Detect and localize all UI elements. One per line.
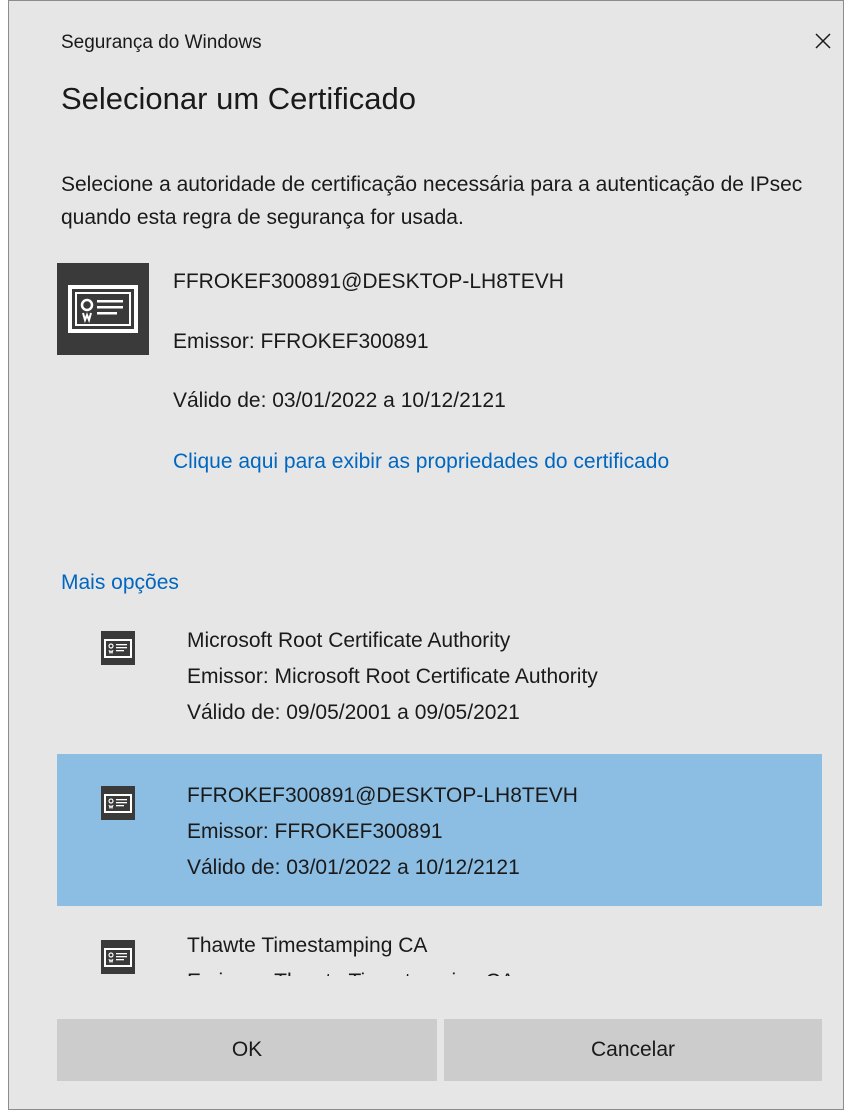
- certificate-icon: [101, 631, 135, 665]
- list-item-issuer: Emissor: FFROKEF300891: [187, 820, 443, 843]
- list-item-issuer: Emissor: Microsoft Root Certificate Auth…: [187, 665, 598, 688]
- certificate-list[interactable]: Microsoft Root Certificate Authority Emi…: [57, 606, 822, 976]
- list-item[interactable]: Microsoft Root Certificate Authority Emi…: [57, 606, 822, 758]
- selected-cert-issuer: Emissor: FFROKEF300891: [173, 330, 429, 353]
- cancel-button[interactable]: Cancelar: [444, 1019, 822, 1081]
- selected-cert-validity: Válido de: 03/01/2022 a 10/12/2121: [173, 389, 506, 412]
- more-options-link[interactable]: Mais opções: [61, 571, 179, 595]
- dialog-heading: Selecionar um Certificado: [61, 81, 416, 116]
- close-button[interactable]: [801, 21, 845, 61]
- certificate-icon: [101, 786, 135, 820]
- list-item-validity: Válido de: 03/01/2022 a 10/12/2121: [187, 856, 520, 879]
- list-item-selected[interactable]: FFROKEF300891@DESKTOP-LH8TEVH Emissor: F…: [57, 754, 822, 906]
- dialog-description: Selecione a autoridade de certificação n…: [61, 173, 803, 229]
- ok-button[interactable]: OK: [57, 1019, 437, 1081]
- list-item-name: Thawte Timestamping CA: [187, 934, 428, 957]
- window-title: Segurança do Windows: [61, 32, 262, 53]
- list-item-name: Microsoft Root Certificate Authority: [187, 629, 511, 652]
- certificate-properties-link[interactable]: Clique aqui para exibir as propriedades …: [173, 445, 733, 478]
- list-item-issuer: Emissor: Thawte Timestamping CA: [187, 964, 515, 976]
- list-item[interactable]: Thawte Timestamping CA Emissor: Thawte T…: [57, 924, 822, 976]
- list-item-validity: Válido de: 09/05/2001 a 09/05/2021: [187, 701, 520, 724]
- certificate-icon: [101, 940, 135, 974]
- close-icon: [815, 33, 831, 49]
- certificate-icon: [57, 263, 149, 355]
- selected-cert-name: FFROKEF300891@DESKTOP-LH8TEVH: [173, 270, 564, 293]
- certificate-dialog: Segurança do Windows Selecionar um Certi…: [8, 0, 844, 1110]
- list-item-name: FFROKEF300891@DESKTOP-LH8TEVH: [187, 784, 578, 807]
